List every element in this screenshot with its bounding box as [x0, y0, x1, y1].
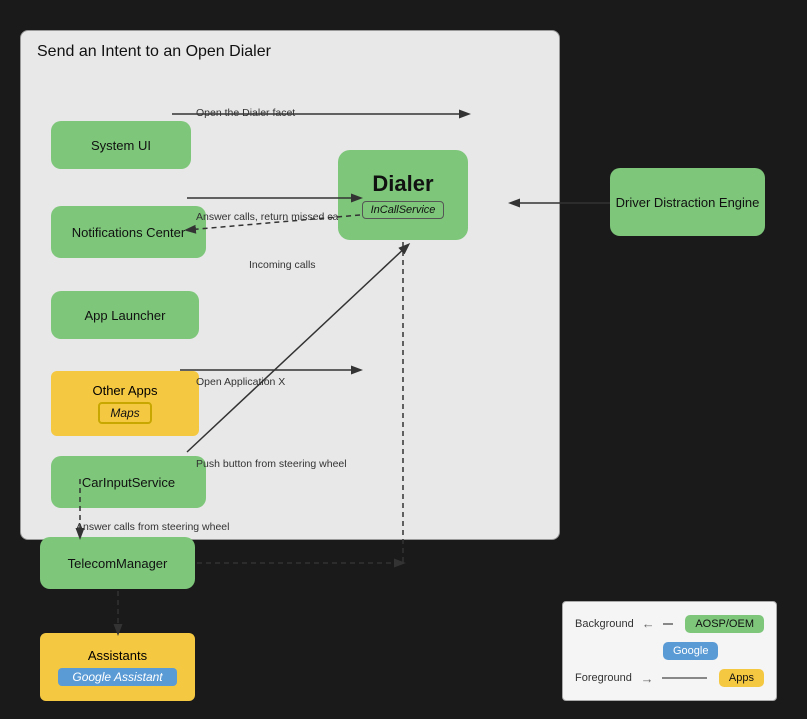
diagram-title: Send an Intent to an Open Dialer — [37, 43, 271, 61]
open-dialer-label: Open the Dialer facet — [196, 107, 295, 119]
app-launcher-label: App Launcher — [85, 308, 166, 323]
background-legend-label: Background — [575, 618, 634, 630]
maps-label: Maps — [98, 402, 151, 424]
notifications-center-label: Notifications Center — [72, 225, 185, 240]
foreground-line — [662, 677, 707, 679]
dialer-box: Dialer InCallService — [338, 150, 468, 240]
assistants-box: Assistants Google Assistant — [40, 633, 195, 701]
foreground-arrow-icon: → — [641, 671, 654, 686]
aosp-chip: AOSP/OEM — [685, 615, 764, 633]
apps-chip: Apps — [719, 669, 764, 687]
incall-label: InCallService — [362, 201, 445, 219]
background-arrow-icon: ← — [642, 616, 655, 631]
main-diagram-box: Send an Intent to an Open Dialer System … — [20, 30, 560, 540]
dde-label: Driver Distraction Engine — [616, 195, 760, 210]
dialer-label: Dialer — [372, 171, 433, 197]
legend-foreground-row: Foreground → Apps — [575, 669, 764, 687]
other-apps-box: Other Apps Maps — [51, 371, 199, 436]
telecom-manager-box: TelecomManager — [40, 537, 195, 589]
incoming-calls-label: Incoming calls — [249, 259, 316, 271]
notifications-center-box: Notifications Center — [51, 206, 206, 258]
system-ui-label: System UI — [91, 138, 151, 153]
answer-calls-label: Answer calls, return missed calls — [196, 211, 348, 223]
legend-google-row: Google — [575, 642, 764, 660]
push-button-label: Push button from steering wheel — [196, 458, 347, 470]
google-assistant-label: Google Assistant — [58, 668, 176, 686]
app-launcher-box: App Launcher — [51, 291, 199, 339]
legend-box: Background ← AOSP/OEM Google Foreground … — [562, 601, 777, 701]
car-input-label: CarInputService — [82, 475, 175, 490]
foreground-legend-label: Foreground — [575, 672, 633, 684]
car-input-box: CarInputService — [51, 456, 206, 508]
dde-box: Driver Distraction Engine — [610, 168, 765, 236]
legend-background-row: Background ← AOSP/OEM — [575, 615, 764, 633]
answer-steering-label: Answer calls from steering wheel — [76, 521, 229, 533]
telecom-manager-label: TelecomManager — [68, 556, 168, 571]
other-apps-label: Other Apps — [92, 383, 157, 398]
background-line — [663, 623, 674, 625]
google-chip: Google — [663, 642, 718, 660]
open-app-x-label: Open Application X — [196, 376, 285, 388]
system-ui-box: System UI — [51, 121, 191, 169]
assistants-label: Assistants — [88, 648, 147, 663]
